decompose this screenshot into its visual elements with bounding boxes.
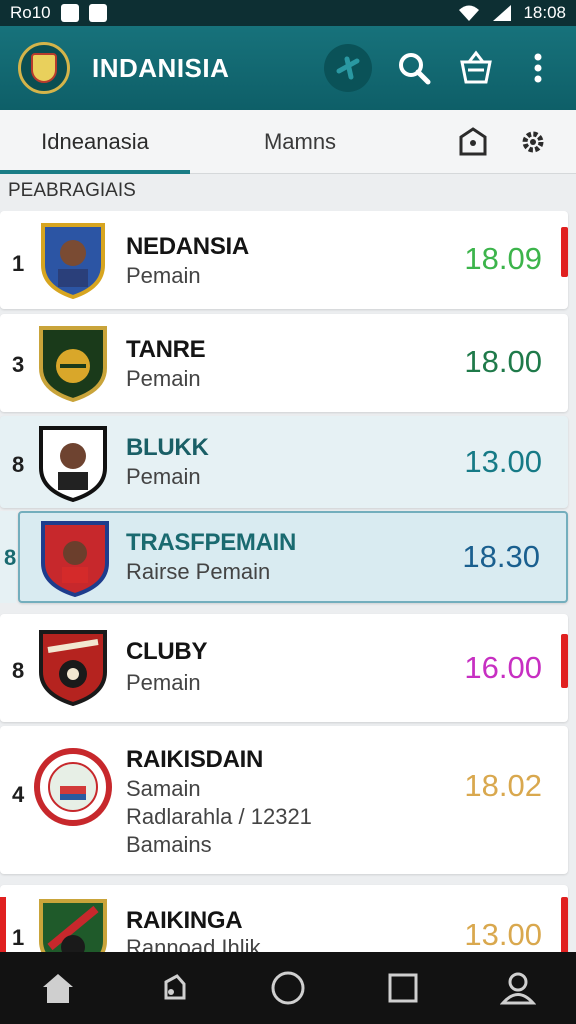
list-item[interactable]: 1 NEDANSIA Pemain 18.09 — [0, 211, 568, 309]
home-icon[interactable] — [36, 966, 80, 1010]
ranking-list: 1 NEDANSIA Pemain 18.09 3 TANRE Pemain 1… — [0, 211, 576, 952]
player-name: NEDANSIA — [126, 233, 249, 260]
red-indicator — [561, 634, 568, 688]
status-left-text: Ro10 — [10, 3, 51, 22]
player-badge-icon — [41, 223, 105, 299]
signal-icon — [493, 5, 512, 21]
back-icon[interactable] — [151, 966, 195, 1010]
player-role: Rannoad Ihlik — [126, 935, 261, 952]
circle-icon[interactable] — [266, 966, 310, 1010]
tab-bar: Idneanasia Mamns — [0, 110, 576, 174]
red-indicator — [561, 227, 568, 277]
player-name: BLUKK — [126, 434, 209, 461]
list-item[interactable]: 3 TANRE Pemain 18.00 — [0, 314, 568, 412]
section-label: PEABRAGIAIS — [8, 180, 136, 201]
player-name: TANRE — [126, 336, 206, 363]
player-name: RAIKINGA — [126, 907, 243, 934]
basket-icon[interactable] — [456, 48, 496, 88]
square-icon[interactable] — [381, 966, 425, 1010]
player-badge-icon — [41, 521, 109, 597]
club-seal-icon — [34, 748, 112, 826]
app-title: INDANISIA — [92, 52, 230, 83]
player-role: Pemain — [126, 670, 201, 695]
list-item[interactable]: 4 RAIKISDAIN Samain Radlarahla / 12321 B… — [0, 726, 568, 874]
player-score: 16.00 — [464, 650, 542, 685]
player-score: 18.30 — [462, 539, 540, 574]
list-item[interactable]: 1 RAIKINGA Rannoad Ihlik 13.00 — [0, 885, 568, 952]
rank-number: 3 — [12, 352, 25, 377]
left-red-indicator — [0, 897, 6, 952]
rank-number: 4 — [12, 782, 25, 807]
player-detail-secondary: Bamains — [126, 832, 212, 857]
wifi-icon — [459, 5, 480, 21]
rank-number: 1 — [12, 251, 25, 276]
rank-number: 1 — [12, 925, 25, 950]
pentagon-icon[interactable] — [458, 126, 488, 158]
bag-notification-icon — [88, 4, 107, 22]
image-notification-icon — [60, 4, 79, 22]
player-score: 13.00 — [464, 917, 542, 952]
bottom-navigation — [0, 952, 576, 1024]
list-item-highlighted[interactable]: TRASFPEMAIN Rairse Pemain 18.30 — [18, 511, 568, 603]
player-score: 13.00 — [464, 444, 542, 479]
player-name: TRASFPEMAIN — [126, 529, 297, 556]
red-indicator — [561, 897, 568, 952]
list-item[interactable]: 8 CLUBY Pemain 16.00 — [0, 614, 568, 722]
player-role: Rairse Pemain — [126, 559, 271, 584]
tab-idneanasia[interactable]: Idneanasia — [0, 110, 190, 174]
player-role: Pemain — [126, 366, 201, 391]
emblem-logo[interactable] — [18, 42, 70, 94]
player-score: 18.02 — [464, 768, 542, 803]
player-role: Pemain — [126, 464, 201, 489]
status-bar: Ro10 18:08 — [0, 0, 576, 26]
club-badge-icon — [39, 326, 107, 402]
club-badge-icon — [39, 630, 107, 706]
gear-icon[interactable] — [518, 127, 548, 157]
more-vert-icon[interactable] — [518, 48, 558, 88]
player-name: CLUBY — [126, 638, 208, 665]
tab-mamns[interactable]: Mamns — [190, 110, 410, 174]
rank-number: 8 — [12, 658, 25, 683]
search-icon[interactable] — [394, 48, 434, 88]
club-badge-icon — [39, 899, 107, 952]
status-time: 18:08 — [523, 3, 566, 22]
player-detail: Radlarahla / 12321 — [126, 804, 312, 829]
rank-number: 8 — [12, 452, 25, 477]
app-bar: INDANISIA — [0, 26, 576, 110]
plus-icon[interactable] — [324, 44, 372, 92]
list-item-selected[interactable]: 8 BLUKK Pemain 13.00 — [0, 416, 568, 508]
player-score: 18.09 — [464, 241, 542, 276]
player-role: Samain — [126, 776, 201, 801]
profile-icon[interactable] — [496, 966, 540, 1010]
player-score: 18.00 — [464, 344, 542, 379]
player-badge-icon — [39, 426, 107, 502]
player-role: Pemain — [126, 263, 201, 288]
rank-number: 8 — [4, 545, 17, 570]
player-name: RAIKISDAIN — [126, 746, 264, 773]
